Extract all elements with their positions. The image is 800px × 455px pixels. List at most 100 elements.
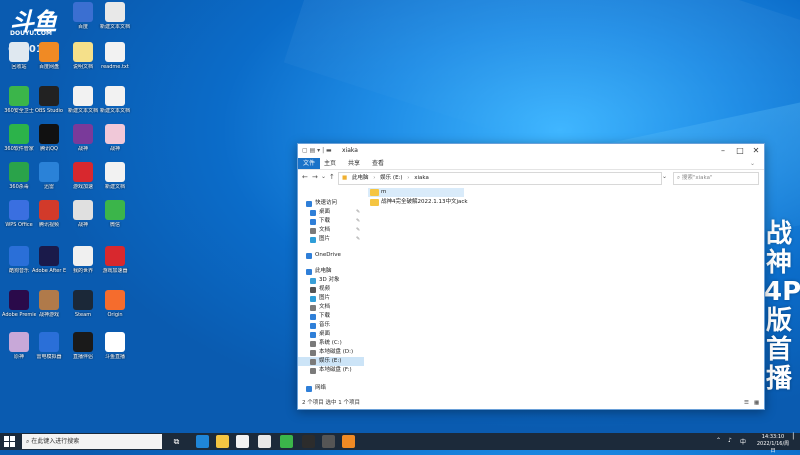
desktop-icon[interactable]: 360杀毒	[2, 162, 36, 190]
desktop-icon[interactable]: 360安全卫士	[2, 86, 36, 114]
breadcrumb-this-pc[interactable]: 此电脑	[352, 175, 369, 181]
desktop-icon[interactable]: 说明文档	[66, 42, 100, 70]
nav-item-icon	[310, 286, 316, 293]
desktop-icon[interactable]: 新建文本文档	[98, 2, 132, 30]
desktop-icon-label: 战神	[77, 146, 88, 152]
nav-item[interactable]: 系统 (C:)	[298, 339, 364, 348]
nav-item[interactable]: 图片	[298, 294, 364, 303]
desktop-icon[interactable]: WPS Office	[2, 200, 36, 228]
obs-taskbar-icon[interactable]	[302, 435, 315, 448]
tab-view[interactable]: 查看	[372, 158, 384, 169]
desktop-icon[interactable]: 百度网盘	[32, 42, 66, 70]
desktop-icon[interactable]: 原神	[2, 332, 36, 360]
nav-item[interactable]: 视频	[298, 285, 364, 294]
desktop-icon[interactable]: 新建文档	[98, 162, 132, 190]
app-icon	[73, 246, 93, 266]
tray-up-icon[interactable]: ⌃	[716, 437, 721, 444]
ime-indicator[interactable]: 中	[740, 437, 746, 446]
nav-item[interactable]: OneDrive	[298, 251, 364, 260]
nav-item[interactable]: 3D 对象	[298, 276, 364, 285]
desktop-icon[interactable]: 新建文本文档	[98, 86, 132, 114]
app-icon	[9, 162, 29, 182]
nav-item-label: 本地磁盘 (F:)	[319, 367, 352, 373]
desktop-icon[interactable]: 回收站	[2, 42, 36, 70]
minimize-button[interactable]: –	[714, 145, 732, 157]
ribbon-expand-icon[interactable]: ⌄	[750, 158, 755, 169]
desktop-icon[interactable]: readme.txt	[98, 42, 132, 70]
desktop-icon-label: 迅雷	[43, 184, 54, 190]
file-explorer-taskbar-icon[interactable]	[216, 435, 229, 448]
nav-item[interactable]: 下载	[298, 312, 364, 321]
nav-item[interactable]: 桌面	[298, 330, 364, 339]
nav-item[interactable]: 桌面 ✎	[298, 208, 364, 217]
tab-share[interactable]: 共享	[348, 158, 360, 169]
desktop-icon[interactable]: 新建文本文档	[66, 86, 100, 114]
nav-item[interactable]: 此电脑	[298, 267, 364, 276]
desktop-icon[interactable]: 我的世界	[66, 246, 100, 274]
desktop-icon-label: 战神游戏	[38, 312, 59, 318]
nav-item[interactable]: 音乐	[298, 321, 364, 330]
task-view-icon[interactable]: ⧉	[170, 435, 183, 448]
desktop-icon[interactable]: 酷狗音乐	[2, 246, 36, 274]
desktop-icon[interactable]: Adobe Premiere	[2, 290, 36, 318]
forward-icon[interactable]: →	[312, 173, 318, 181]
desktop-icon[interactable]: 迅雷	[32, 162, 66, 190]
desktop-icon[interactable]: Origin	[98, 290, 132, 318]
nav-item[interactable]: 文档	[298, 303, 364, 312]
taskbar-clock[interactable]: 14:33:10 2022/1/16/周日	[756, 434, 790, 455]
desktop-icon[interactable]: 战神游戏	[32, 290, 66, 318]
desktop-icon[interactable]: 战神	[98, 124, 132, 152]
back-icon[interactable]: ←	[302, 173, 308, 181]
windows-start-icon[interactable]	[4, 436, 15, 447]
nav-item[interactable]: 娱乐 (E:)	[298, 357, 364, 366]
desktop-icon[interactable]: Adobe After Effects	[32, 246, 66, 274]
desktop-icon[interactable]: 游戏加速	[66, 162, 100, 190]
desktop-icon[interactable]: 战神	[66, 200, 100, 228]
nav-item-icon	[306, 252, 312, 259]
details-view-icon[interactable]: ☰	[744, 398, 749, 409]
address-bar[interactable]: ■ 此电脑 › 娱乐 (E:) › xiaka	[338, 172, 662, 185]
desktop-icon[interactable]: 游戏加速器	[98, 246, 132, 274]
address-dropdown-icon[interactable]: ⌄	[662, 173, 667, 180]
edge-browser-icon[interactable]	[196, 435, 209, 448]
nav-item[interactable]: 文档 ✎	[298, 226, 364, 235]
desktop-icon[interactable]: OBS Studio	[32, 86, 66, 114]
nav-item[interactable]: 本地磁盘 (F:)	[298, 366, 364, 375]
desktop-icon[interactable]: 360软件管家	[2, 124, 36, 152]
tab-home[interactable]: 主页	[324, 158, 336, 169]
file-row[interactable]: 战神4完全破解2022.1.13中文jack	[368, 198, 478, 207]
breadcrumb-xiaka[interactable]: xiaka	[414, 175, 429, 181]
clock-app-icon[interactable]	[322, 435, 335, 448]
wechat-taskbar-icon[interactable]	[280, 435, 293, 448]
recent-dropdown-icon[interactable]: ⌄	[321, 173, 326, 180]
show-desktop-button[interactable]: ▏	[793, 433, 798, 440]
desktop-icon-label: 原神	[13, 354, 24, 360]
large-icons-view-icon[interactable]: ▦	[754, 398, 759, 409]
search-input[interactable]: ⌕ 搜索"xiaka"	[673, 172, 759, 185]
store-icon[interactable]	[236, 435, 249, 448]
app-taskbar-icon[interactable]	[342, 435, 355, 448]
desktop-icon[interactable]: 百度	[66, 2, 100, 30]
speaker-icon[interactable]: ♪	[728, 437, 732, 444]
mail-icon[interactable]	[258, 435, 271, 448]
desktop-icon[interactable]: 微信	[98, 200, 132, 228]
close-button[interactable]: ✕	[747, 145, 765, 157]
breadcrumb-drive-e[interactable]: 娱乐 (E:)	[380, 175, 402, 181]
nav-item[interactable]: 网络	[298, 384, 364, 393]
desktop-icon[interactable]: 直播伴侣	[66, 332, 100, 360]
nav-item[interactable]: 快速访问	[298, 199, 364, 208]
nav-item[interactable]: 图片 ✎	[298, 235, 364, 244]
desktop-icon[interactable]: 腾讯视频	[32, 200, 66, 228]
nav-item[interactable]: 下载 ✎	[298, 217, 364, 226]
desktop-icon[interactable]: 雷电模拟器	[32, 332, 66, 360]
taskbar-search[interactable]: ⌕ 在此键入进行搜索	[22, 434, 162, 449]
desktop-icon[interactable]: 斗鱼直播	[98, 332, 132, 360]
tab-file[interactable]: 文件	[298, 158, 321, 169]
desktop-icon[interactable]: 战神	[66, 124, 100, 152]
up-icon[interactable]: ↑	[329, 173, 335, 181]
quick-access-toolbar[interactable]: ▢ ▤ ▾ | ▬	[302, 147, 332, 154]
desktop-icon[interactable]: Steam	[66, 290, 100, 318]
file-row[interactable]: m	[368, 188, 464, 197]
nav-item[interactable]: 本地磁盘 (D:)	[298, 348, 364, 357]
desktop-icon[interactable]: 腾讯QQ	[32, 124, 66, 152]
